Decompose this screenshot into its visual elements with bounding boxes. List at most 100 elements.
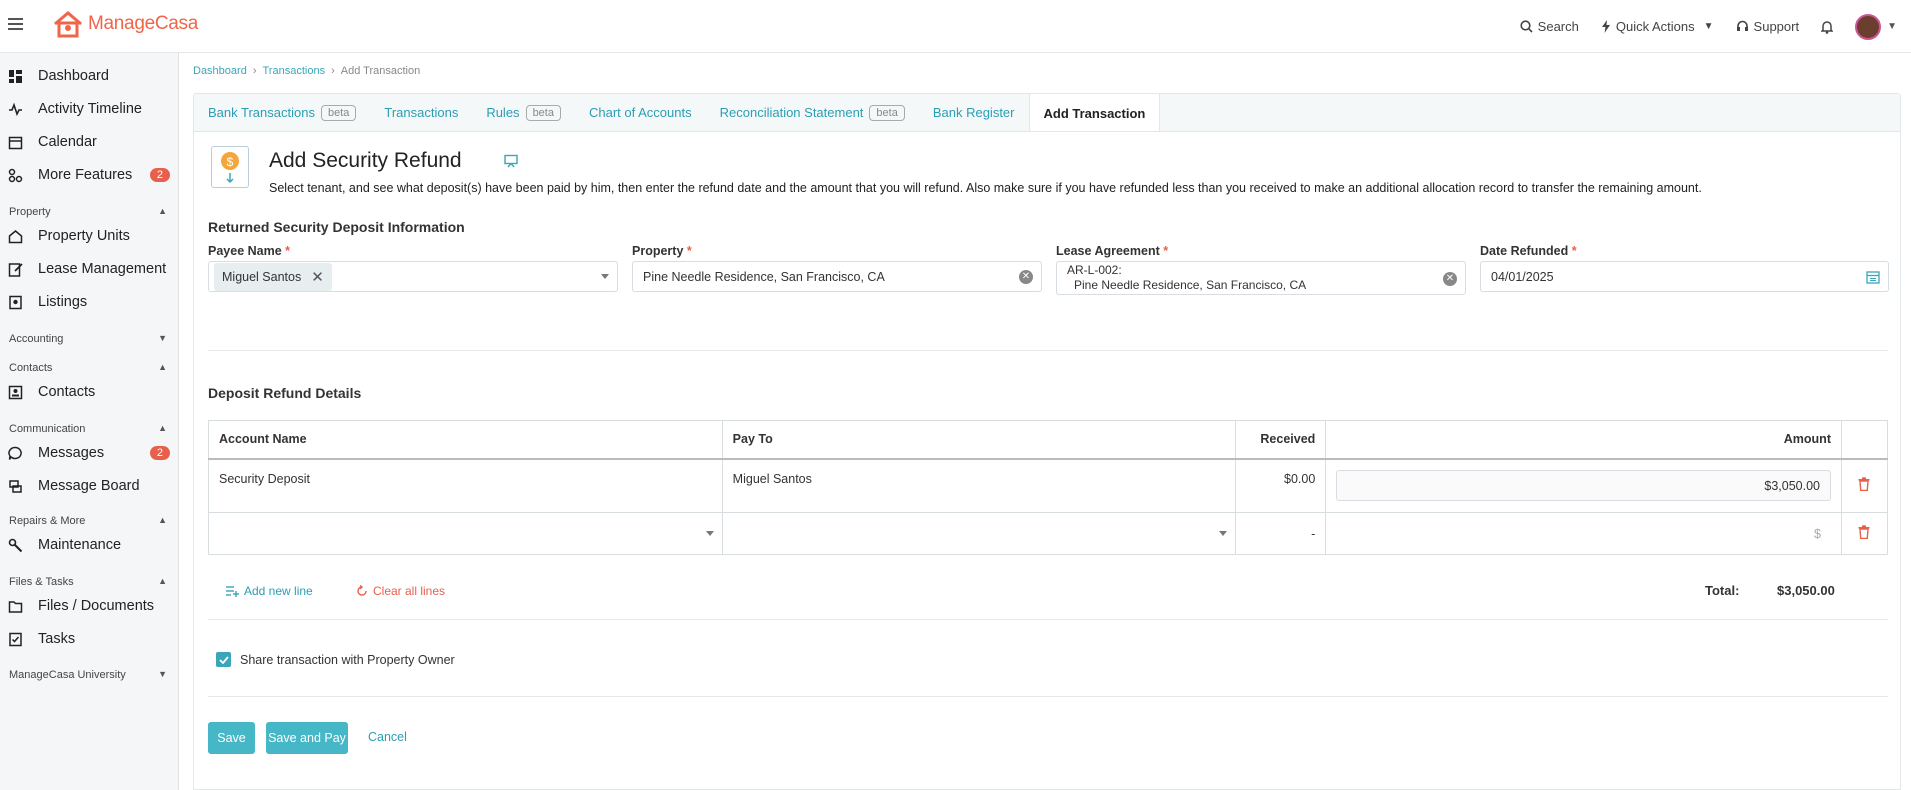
pay-to-select-cell[interactable] bbox=[721, 512, 1237, 555]
sidebar-item-tasks[interactable]: Tasks bbox=[8, 628, 173, 650]
remove-chip-icon[interactable]: ✕ bbox=[311, 268, 324, 286]
sidebar-item-contacts[interactable]: Contacts bbox=[8, 381, 173, 403]
divider bbox=[208, 696, 1888, 697]
account-cell[interactable]: Security Deposit bbox=[208, 458, 723, 513]
lease-select[interactable]: AR-L-002: Pine Needle Residence, San Fra… bbox=[1056, 261, 1466, 295]
breadcrumb: Dashboard › Transactions › Add Transaction bbox=[193, 65, 420, 77]
sidebar-item-label: More Features bbox=[38, 167, 133, 183]
breadcrumb-current: Add Transaction bbox=[340, 65, 421, 77]
tab-bar: Bank Transactions beta Transactions Rules… bbox=[193, 93, 1901, 132]
trash-icon[interactable] bbox=[1858, 525, 1870, 540]
sidebar-section-communication[interactable]: Communication ▲ bbox=[9, 423, 167, 435]
clear-all-lines-button[interactable]: Clear all lines bbox=[356, 584, 445, 598]
sidebar-item-label: Tasks bbox=[38, 631, 76, 647]
sidebar-section-accounting[interactable]: Accounting ▼ bbox=[9, 333, 167, 345]
beta-badge: beta bbox=[525, 104, 561, 121]
breadcrumb-dashboard[interactable]: Dashboard bbox=[193, 65, 247, 77]
support-button[interactable]: Support bbox=[1736, 19, 1799, 34]
sidebar-item-activity-timeline[interactable]: Activity Timeline bbox=[8, 98, 173, 120]
activity-icon bbox=[9, 102, 22, 116]
bell-icon bbox=[1821, 20, 1834, 34]
amount-input[interactable]: $3,050.00 bbox=[1336, 470, 1831, 502]
table-row: - $ bbox=[208, 512, 1889, 555]
calendar-icon[interactable] bbox=[1866, 270, 1880, 284]
sidebar-section-files[interactable]: Files & Tasks ▲ bbox=[9, 576, 167, 588]
cancel-button[interactable]: Cancel bbox=[368, 730, 407, 744]
avatar[interactable] bbox=[1855, 13, 1882, 40]
tab-reconciliation[interactable]: Reconciliation Statement beta bbox=[706, 94, 919, 131]
property-select[interactable]: Pine Needle Residence, San Francisco, CA… bbox=[632, 261, 1042, 292]
presentation-help-icon[interactable] bbox=[504, 154, 518, 173]
tab-bank-transactions[interactable]: Bank Transactions beta bbox=[194, 94, 370, 131]
chevron-down-icon bbox=[601, 274, 609, 279]
check-icon bbox=[218, 655, 229, 664]
table-row: Security Deposit Miguel Santos $0.00 $3,… bbox=[208, 458, 1889, 513]
section-label: ManageCasa University bbox=[9, 669, 126, 681]
trash-icon[interactable] bbox=[1858, 477, 1870, 492]
chevron-down-icon bbox=[705, 531, 714, 536]
tab-chart-of-accounts[interactable]: Chart of Accounts bbox=[575, 94, 706, 131]
amount-input-empty[interactable]: $ bbox=[1325, 512, 1842, 555]
quick-actions-button[interactable]: Quick Actions ▼ bbox=[1601, 19, 1714, 34]
tab-transactions[interactable]: Transactions bbox=[370, 94, 472, 131]
date-input[interactable]: 04/01/2025 bbox=[1480, 261, 1889, 292]
clear-icon[interactable]: ✕ bbox=[1443, 272, 1457, 286]
sidebar-item-messages[interactable]: Messages 2 bbox=[8, 442, 173, 464]
sidebar-item-dashboard[interactable]: Dashboard bbox=[8, 65, 173, 87]
sidebar-section-repairs[interactable]: Repairs & More ▲ bbox=[9, 515, 167, 527]
house-logo-icon bbox=[54, 11, 82, 38]
sidebar-item-property-units[interactable]: Property Units bbox=[8, 225, 173, 247]
clear-icon[interactable]: ✕ bbox=[1019, 270, 1033, 284]
payee-select[interactable]: Miguel Santos ✕ bbox=[208, 261, 618, 292]
share-with-owner-checkbox[interactable]: Share transaction with Property Owner bbox=[216, 652, 455, 667]
pay-to-cell[interactable]: Miguel Santos bbox=[721, 458, 1237, 513]
sidebar-item-label: Messages bbox=[38, 445, 105, 461]
sidebar-item-listings[interactable]: Listings bbox=[8, 291, 173, 313]
tab-label: Add Transaction bbox=[1043, 105, 1146, 121]
sidebar-item-maintenance[interactable]: Maintenance bbox=[8, 534, 173, 556]
tab-label: Bank Register bbox=[932, 105, 1015, 120]
search-button[interactable]: Search bbox=[1520, 19, 1579, 34]
sidebar-item-label: Activity Timeline bbox=[38, 101, 142, 117]
delete-row-cell bbox=[1840, 458, 1889, 513]
divider bbox=[208, 350, 1888, 351]
tab-label: Reconciliation Statement bbox=[719, 105, 864, 120]
notifications-button[interactable] bbox=[1821, 20, 1834, 34]
account-select-cell[interactable] bbox=[208, 512, 723, 555]
avatar-chevron-icon[interactable]: ▼ bbox=[1887, 21, 1897, 32]
section-title-refund-details: Deposit Refund Details bbox=[208, 385, 362, 401]
home-icon bbox=[8, 229, 23, 243]
sidebar-item-more-features[interactable]: More Features 2 bbox=[8, 164, 173, 186]
tab-add-transaction[interactable]: Add Transaction bbox=[1028, 94, 1161, 132]
sidebar-section-university[interactable]: ManageCasa University ▼ bbox=[9, 669, 167, 681]
refund-icon: $ bbox=[211, 146, 249, 188]
tab-bank-register[interactable]: Bank Register bbox=[919, 94, 1029, 131]
amount-cell: $3,050.00 bbox=[1325, 458, 1842, 513]
section-label: Contacts bbox=[9, 362, 53, 374]
checkbox-checked[interactable] bbox=[216, 652, 231, 667]
lease-field: Lease Agreement * AR-L-002: Pine Needle … bbox=[1056, 244, 1466, 295]
sidebar-section-contacts[interactable]: Contacts ▲ bbox=[9, 362, 167, 374]
chevron-up-icon: ▲ bbox=[158, 206, 167, 216]
breadcrumb-transactions[interactable]: Transactions bbox=[263, 65, 326, 77]
add-new-line-button[interactable]: Add new line bbox=[226, 584, 313, 598]
menu-icon[interactable] bbox=[8, 18, 23, 30]
form-panel: $ Add Security Refund Select tenant, and… bbox=[193, 131, 1901, 790]
sidebar-item-message-board[interactable]: Message Board bbox=[8, 475, 173, 497]
top-bar: ManageCasa Search Quick Actions ▼ Suppor… bbox=[0, 0, 1911, 53]
sidebar-item-label: Lease Management bbox=[38, 261, 167, 277]
sidebar-item-lease-management[interactable]: Lease Management bbox=[8, 258, 173, 280]
sidebar-item-label: Listings bbox=[38, 294, 88, 310]
property-label: Property * bbox=[632, 244, 692, 258]
tab-rules[interactable]: Rules beta bbox=[472, 94, 575, 131]
sidebar-section-property[interactable]: Property ▲ bbox=[9, 206, 167, 218]
contact-card-icon bbox=[8, 385, 23, 399]
count-badge: 2 bbox=[149, 446, 170, 460]
logo-text: ManageCasa bbox=[88, 13, 199, 34]
sidebar-item-calendar[interactable]: Calendar bbox=[8, 131, 173, 153]
add-new-line-label: Add new line bbox=[244, 584, 313, 598]
save-and-pay-button[interactable]: Save and Pay bbox=[266, 722, 348, 754]
sidebar-item-files[interactable]: Files / Documents bbox=[8, 595, 173, 617]
logo[interactable]: ManageCasa bbox=[52, 10, 198, 38]
save-button[interactable]: Save bbox=[208, 722, 255, 754]
